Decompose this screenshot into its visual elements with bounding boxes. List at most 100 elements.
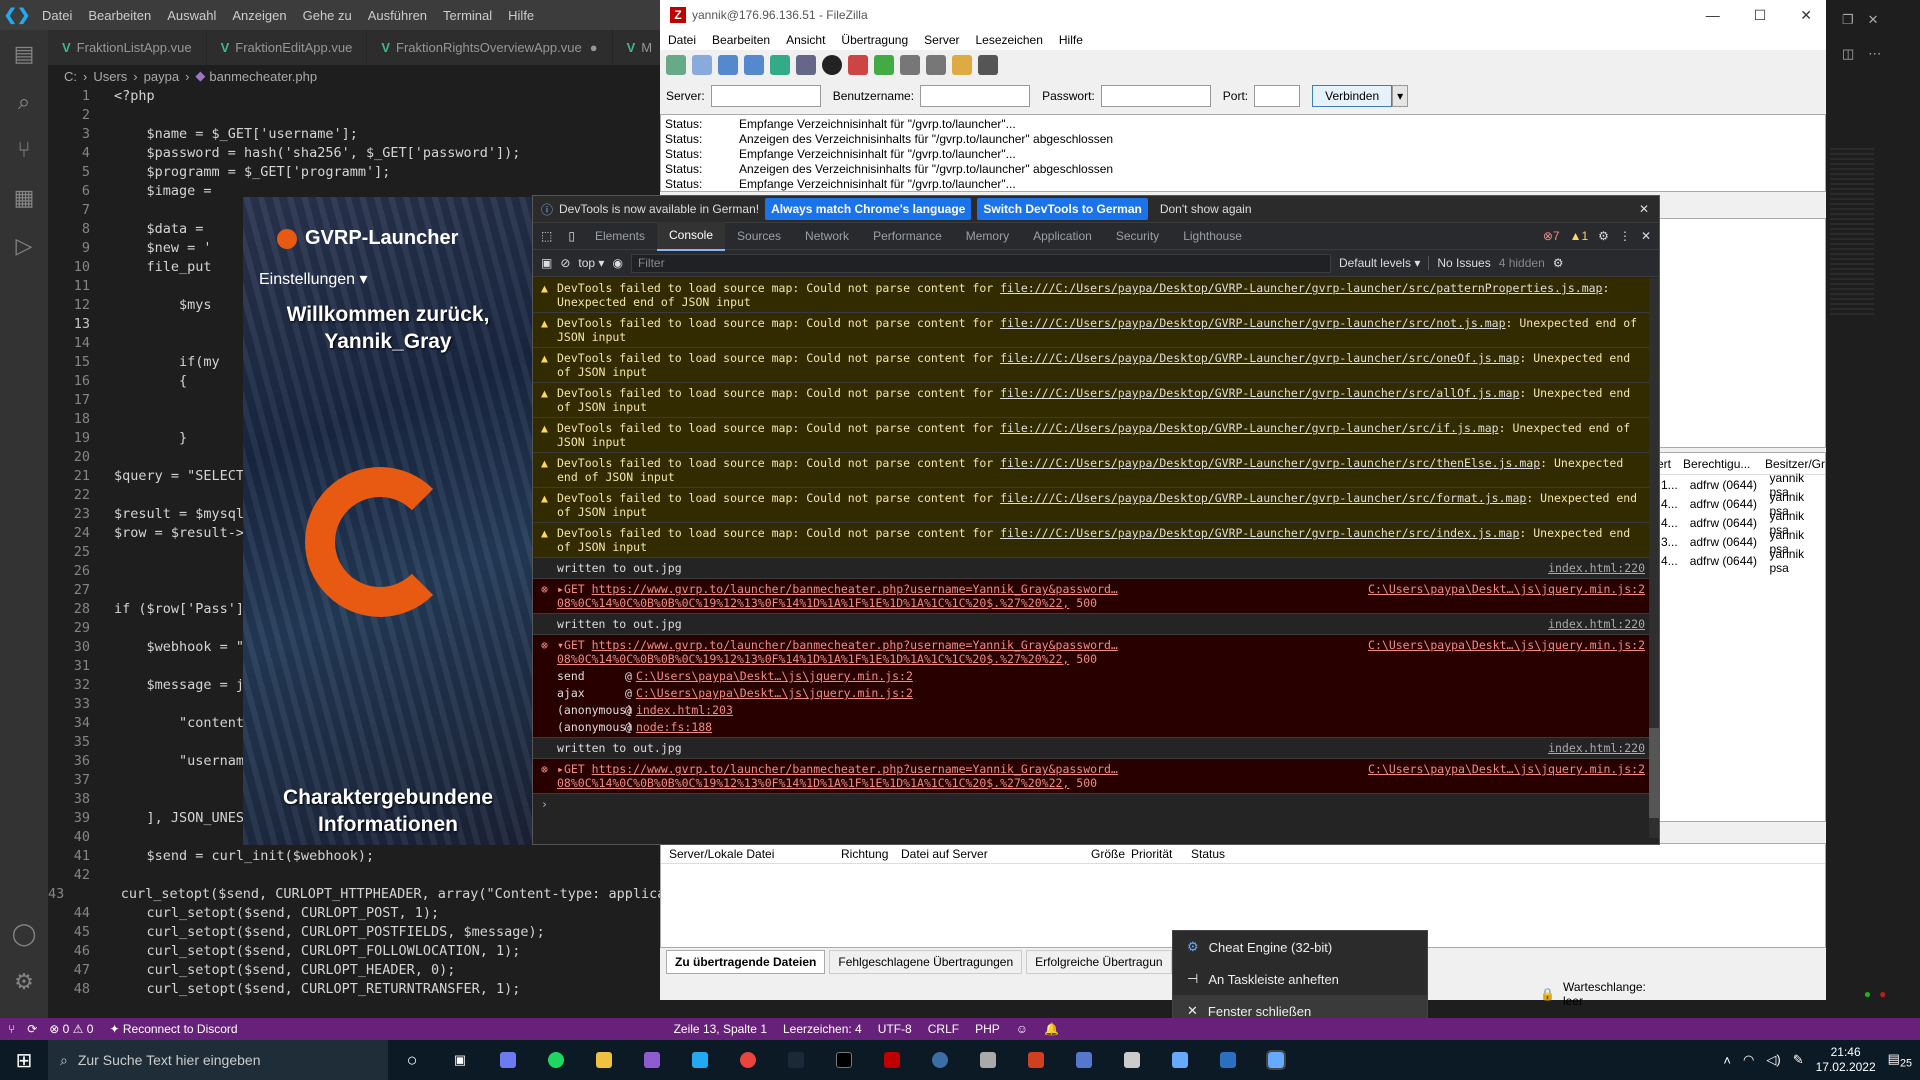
refresh-icon[interactable] bbox=[770, 55, 790, 75]
code-line[interactable]: 43 curl_setopt($send, CURLOPT_HTTPHEADER… bbox=[48, 885, 665, 904]
sidebar-toggle-icon[interactable]: ▣ bbox=[541, 256, 552, 270]
kebab-menu-icon[interactable]: ⋮ bbox=[1619, 229, 1631, 243]
console-prompt[interactable]: › bbox=[533, 794, 1649, 814]
close-devtools-icon[interactable]: ✕ bbox=[1641, 229, 1651, 243]
jumplist-cheat-engine[interactable]: ⚙ Cheat Engine (32-bit) bbox=[1173, 931, 1427, 963]
expand-arrow-icon[interactable]: ▸ bbox=[557, 582, 564, 596]
maximize-icon[interactable]: ☐ bbox=[1754, 7, 1767, 24]
tab-fraktion-rights[interactable]: V FraktionRightsOverviewApp.vue ● bbox=[367, 30, 613, 65]
cursor-position[interactable]: Zeile 13, Spalte 1 bbox=[666, 1022, 775, 1036]
source-control-icon[interactable]: ⑂ bbox=[0, 126, 48, 174]
process-queue-icon[interactable] bbox=[796, 55, 816, 75]
spotify-app-icon[interactable] bbox=[548, 1052, 564, 1068]
breadcrumb-drive[interactable]: C: bbox=[64, 69, 77, 84]
stack-location[interactable]: C:\Users\paypa\Deskt…\js\jquery.min.js:2 bbox=[636, 669, 913, 683]
console-log[interactable]: written to out.jpg index.html:220 bbox=[533, 738, 1649, 759]
switch-german-button[interactable]: Switch DevTools to German bbox=[977, 198, 1148, 220]
source-map-link[interactable]: file:///C:/Users/paypa/Desktop/GVRP-Laun… bbox=[1000, 491, 1526, 505]
close-icon[interactable]: ✕ bbox=[1800, 7, 1812, 24]
feedback-icon[interactable]: ☺ bbox=[1008, 1022, 1036, 1036]
expand-arrow-icon[interactable]: ▾ bbox=[557, 638, 564, 652]
source-map-link[interactable]: file:///C:/Users/paypa/Desktop/GVRP-Laun… bbox=[1000, 386, 1519, 400]
close-icon[interactable]: ✕ bbox=[1868, 12, 1879, 28]
dont-show-again-button[interactable]: Don't show again bbox=[1154, 202, 1258, 216]
col-priority[interactable]: Priorität bbox=[1131, 847, 1191, 861]
tab-memory[interactable]: Memory bbox=[954, 223, 1021, 250]
breadcrumb-file[interactable]: banmecheater.php bbox=[209, 69, 317, 84]
code-line[interactable]: 41 $send = curl_init($webhook); bbox=[48, 847, 660, 866]
console-warning[interactable]: ▲ DevTools failed to load source map: Cou… bbox=[533, 313, 1649, 348]
code-line[interactable]: 2 bbox=[48, 106, 660, 125]
code-line[interactable]: 4 $password = hash('sha256', $_GET['pass… bbox=[48, 144, 660, 163]
match-language-button[interactable]: Always match Chrome's language bbox=[765, 198, 972, 220]
console-settings-icon[interactable]: ⚙ bbox=[1553, 256, 1564, 270]
encoding[interactable]: UTF-8 bbox=[870, 1022, 920, 1036]
menu-auswahl[interactable]: Auswahl bbox=[159, 8, 224, 23]
port-input[interactable] bbox=[1254, 85, 1301, 107]
start-icon[interactable]: ⊞ bbox=[0, 1048, 48, 1073]
device-toggle-icon[interactable]: ▯ bbox=[560, 229, 583, 243]
cheat-engine-app-icon[interactable] bbox=[1172, 1052, 1188, 1068]
site-manager-icon[interactable] bbox=[666, 55, 686, 75]
split-editor-icon[interactable]: ◫ bbox=[1842, 46, 1854, 62]
menu-anzeigen[interactable]: Anzeigen bbox=[224, 8, 294, 23]
gear-icon[interactable]: ⚙ bbox=[0, 958, 48, 1006]
log-source-link[interactable]: index.html:220 bbox=[1548, 617, 1645, 631]
breadcrumb-paypa[interactable]: paypa bbox=[144, 69, 179, 84]
eol[interactable]: CRLF bbox=[920, 1022, 967, 1036]
reconnect-icon[interactable] bbox=[874, 55, 894, 75]
console-error[interactable]: ⊗ ▸GET https://www.gvrp.to/launcher/banme… bbox=[533, 579, 1649, 614]
context-selector[interactable]: top ▾ bbox=[578, 256, 604, 270]
stack-location[interactable]: C:\Users\paypa\Deskt…\js\jquery.min.js:2 bbox=[636, 686, 913, 700]
error-badge[interactable]: ⊗7 bbox=[1543, 229, 1560, 243]
console-warning[interactable]: ▲ DevTools failed to load source map: Cou… bbox=[533, 488, 1649, 523]
eye-icon[interactable]: ◉ bbox=[612, 256, 622, 270]
code-line[interactable]: 46 curl_setopt($send, CURLOPT_FOLLOWLOCA… bbox=[48, 942, 660, 961]
tab-elements[interactable]: Elements bbox=[583, 223, 657, 250]
minimize-icon[interactable]: — bbox=[1706, 7, 1720, 24]
expand-arrow-icon[interactable]: ▸ bbox=[557, 762, 564, 776]
menu-gehe-zu[interactable]: Gehe zu bbox=[295, 8, 360, 23]
tab-fraktion-edit[interactable]: V FraktionEditApp.vue bbox=[206, 30, 368, 65]
menu-datei[interactable]: Datei bbox=[34, 8, 80, 23]
request-url[interactable]: https://www.gvrp.to/launcher/banmecheate… bbox=[557, 638, 1118, 666]
toggle-log-icon[interactable] bbox=[692, 55, 712, 75]
restore-icon[interactable]: ❐ bbox=[1842, 12, 1854, 28]
filter-icon[interactable] bbox=[900, 55, 920, 75]
cancel-icon[interactable] bbox=[822, 55, 842, 75]
indentation[interactable]: Leerzeichen: 4 bbox=[775, 1022, 870, 1036]
error-source-link[interactable]: C:\Users\paypa\Deskt…\js\jquery.min.js:2 bbox=[1368, 762, 1645, 790]
scroll-thumb[interactable] bbox=[1649, 728, 1659, 818]
username-input[interactable] bbox=[920, 85, 1031, 107]
wifi-icon[interactable]: ◠ bbox=[1743, 1052, 1754, 1068]
code-line[interactable]: 5 $programm = $_GET['programm']; bbox=[48, 163, 660, 182]
console-error[interactable]: ⊗ ▸GET https://www.gvrp.to/launcher/banme… bbox=[533, 759, 1649, 794]
live-share-icon[interactable]: ⟳ bbox=[23, 1022, 41, 1036]
fz-menu-server[interactable]: Server bbox=[916, 33, 967, 47]
filezilla-app-icon[interactable] bbox=[884, 1052, 900, 1068]
fz-menu-hilfe[interactable]: Hilfe bbox=[1051, 33, 1091, 47]
fz-menu-bearbeiten[interactable]: Bearbeiten bbox=[704, 33, 778, 47]
source-map-link[interactable]: file:///C:/Users/paypa/Desktop/GVRP-Laun… bbox=[1000, 316, 1505, 330]
stack-location[interactable]: index.html:203 bbox=[636, 703, 733, 717]
col-remote-file[interactable]: Datei auf Server bbox=[901, 847, 1081, 861]
menu-terminal[interactable]: Terminal bbox=[435, 8, 500, 23]
console-warning[interactable]: ▲ DevTools failed to load source map: Cou… bbox=[533, 348, 1649, 383]
console-warning[interactable]: ▲ DevTools failed to load source map: Cou… bbox=[533, 523, 1649, 558]
message-log[interactable]: Status: Empfange Verzeichnisinhalt für "/… bbox=[660, 114, 1826, 192]
source-map-link[interactable]: file:///C:/Users/paypa/Desktop/GVRP-Laun… bbox=[1000, 456, 1540, 470]
extensions-icon[interactable]: ▦ bbox=[0, 174, 48, 222]
tab-fraktion-list[interactable]: V FraktionListApp.vue bbox=[48, 30, 207, 65]
console-warning[interactable]: ▲ DevTools failed to load source map: Cou… bbox=[533, 278, 1649, 313]
account-icon[interactable]: ◯ bbox=[0, 910, 48, 958]
warning-badge[interactable]: ▲1 bbox=[1570, 229, 1589, 243]
disconnect-icon[interactable] bbox=[848, 55, 868, 75]
col-direction[interactable]: Richtung bbox=[841, 847, 901, 861]
fz-menu-lesezeichen[interactable]: Lesezeichen bbox=[967, 33, 1050, 47]
notification-center-icon[interactable]: ▤25 bbox=[1888, 1051, 1912, 1070]
search-icon[interactable] bbox=[926, 55, 946, 75]
steam-app-icon[interactable] bbox=[788, 1052, 804, 1068]
settings-app-icon[interactable] bbox=[1124, 1052, 1140, 1068]
jumplist-pin[interactable]: ⊣ An Taskleiste anheften bbox=[1173, 963, 1427, 995]
code-line[interactable]: 42 bbox=[48, 866, 660, 885]
